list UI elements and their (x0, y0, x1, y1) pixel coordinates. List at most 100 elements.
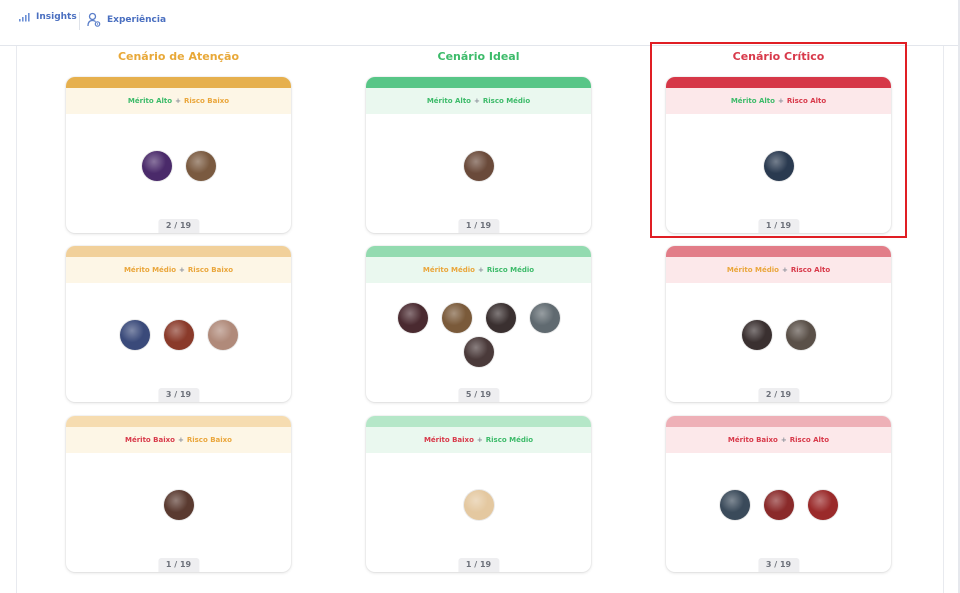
card-subtitle: Mérito Baixo + Risco Baixo (66, 427, 291, 453)
avatar-purple[interactable] (141, 151, 172, 181)
ninebox-card[interactable]: Mérito Médio + Risco Baixo 3 / 19 (66, 246, 291, 402)
count-badge: 1 / 19 (457, 558, 500, 572)
ninebox-card[interactable]: Mérito Baixo + Risco Médio 1 / 19 (366, 416, 591, 572)
plus-separator: + (175, 97, 181, 105)
avatar-group (386, 121, 571, 211)
avatar-group (686, 121, 871, 211)
avatar-blue[interactable] (119, 320, 150, 350)
avatar-brunette[interactable] (163, 490, 194, 520)
card-subtitle: Mérito Alto + Risco Baixo (66, 88, 291, 114)
card-subtitle: Mérito Médio + Risco Baixo (66, 257, 291, 283)
risk-label: Risco Médio (485, 436, 534, 444)
plus-separator: + (179, 266, 185, 274)
risk-label: Risco Alto (790, 266, 831, 274)
card-subtitle: Mérito Baixo + Risco Médio (366, 427, 591, 453)
avatar-blonde[interactable] (185, 151, 216, 181)
risk-label: Risco Baixo (186, 436, 232, 444)
nav-experiencia[interactable]: Experiência (87, 12, 166, 28)
bar-chart-icon (19, 13, 30, 22)
risk-label: Risco Baixo (183, 97, 230, 105)
card-color-bar (366, 246, 591, 257)
avatar-group (686, 290, 871, 380)
count-badge: 1 / 19 (157, 558, 200, 572)
column-title-ideal: Cenário Ideal (437, 50, 520, 63)
ninebox-card[interactable]: Mérito Médio + Risco Alto 2 / 19 (666, 246, 891, 402)
avatar-loki[interactable] (441, 303, 472, 333)
avatar-blue-helmet[interactable] (763, 151, 794, 181)
merit-label: Mérito Médio (422, 266, 475, 274)
count-badge: 3 / 19 (157, 388, 200, 402)
card-color-bar (666, 416, 891, 427)
card-color-bar (66, 416, 291, 427)
avatar-hawkeye[interactable] (785, 320, 816, 350)
merit-label: Mérito Médio (123, 266, 177, 274)
ninebox-card[interactable]: Mérito Médio + Risco Médio 5 / 19 (366, 246, 591, 402)
card-color-bar (366, 416, 591, 427)
avatar-tony[interactable] (463, 337, 494, 367)
plus-separator: + (780, 436, 787, 444)
card-color-bar (66, 246, 291, 257)
count-badge: 1 / 19 (757, 219, 800, 233)
column-title-atencao: Cenário de Atenção (117, 50, 240, 63)
merit-label: Mérito Alto (730, 97, 775, 105)
ninebox-card[interactable]: Mérito Alto + Risco Alto 1 / 19 (666, 77, 891, 233)
avatar-group (686, 460, 871, 550)
merit-label: Mérito Alto (127, 97, 173, 105)
card-subtitle: Mérito Médio + Risco Alto (666, 257, 891, 283)
avatar-falcon[interactable] (741, 320, 772, 350)
plus-separator: + (777, 97, 784, 105)
count-badge: 1 / 19 (457, 219, 500, 233)
ninebox-card[interactable]: Mérito Baixo + Risco Alto 3 / 19 (666, 416, 891, 572)
merit-label: Mérito Médio (726, 266, 779, 274)
card-color-bar (66, 77, 291, 88)
risk-label: Risco Baixo (187, 266, 234, 274)
plus-separator: + (477, 266, 484, 274)
avatar-wanda[interactable] (807, 490, 838, 520)
avatar-spider[interactable] (763, 490, 794, 520)
ninebox-card[interactable]: Mérito Baixo + Risco Baixo 1 / 19 (66, 416, 291, 572)
card-color-bar (666, 77, 891, 88)
avatar-bucky[interactable] (719, 490, 750, 520)
count-badge: 5 / 19 (457, 388, 500, 402)
avatar-group (86, 460, 271, 550)
risk-label: Risco Alto (786, 97, 827, 105)
card-subtitle: Mérito Baixo + Risco Alto (666, 427, 891, 453)
card-subtitle: Mérito Alto + Risco Alto (666, 88, 891, 114)
plus-separator: + (476, 436, 483, 444)
user-settings-icon (87, 12, 101, 27)
avatar-fury[interactable] (485, 303, 516, 333)
nav-insights[interactable]: Insights (18, 12, 77, 22)
card-subtitle: Mérito Alto + Risco Médio (366, 88, 591, 114)
plus-separator: + (177, 436, 184, 444)
count-badge: 2 / 19 (757, 388, 800, 402)
nav-experiencia-label: Experiência (107, 15, 167, 25)
risk-label: Risco Alto (789, 436, 830, 444)
risk-label: Risco Médio (482, 97, 531, 105)
merit-label: Mérito Baixo (727, 436, 778, 444)
merit-label: Mérito Baixo (423, 436, 474, 444)
nav-divider (79, 12, 80, 30)
card-subtitle: Mérito Médio + Risco Médio (366, 257, 591, 283)
count-badge: 3 / 19 (757, 558, 800, 572)
column-title-critico: Cenário Crítico (732, 50, 825, 63)
avatar-bruce[interactable] (529, 303, 560, 333)
avatar-carol[interactable] (463, 490, 494, 520)
avatar-woman-dark[interactable] (397, 303, 428, 333)
risk-label: Risco Médio (486, 266, 535, 274)
count-badge: 2 / 19 (157, 219, 200, 233)
plus-separator: + (781, 266, 788, 274)
merit-label: Mérito Baixo (125, 436, 175, 444)
avatar-red-gold[interactable] (163, 320, 194, 350)
merit-label: Mérito Alto (426, 97, 471, 105)
avatar-group (386, 460, 571, 550)
ninebox-card[interactable]: Mérito Alto + Risco Médio 1 / 19 (366, 77, 591, 233)
plus-separator: + (473, 97, 480, 105)
avatar-thanos[interactable] (463, 151, 494, 181)
avatar-group (86, 290, 271, 380)
avatar-man[interactable] (207, 320, 238, 350)
card-color-bar (666, 246, 891, 257)
card-color-bar (366, 77, 591, 88)
nav-insights-label: Insights (36, 12, 77, 22)
top-nav: Insights Experiência (0, 0, 960, 46)
ninebox-card[interactable]: Mérito Alto + Risco Baixo 2 / 19 (66, 77, 291, 233)
